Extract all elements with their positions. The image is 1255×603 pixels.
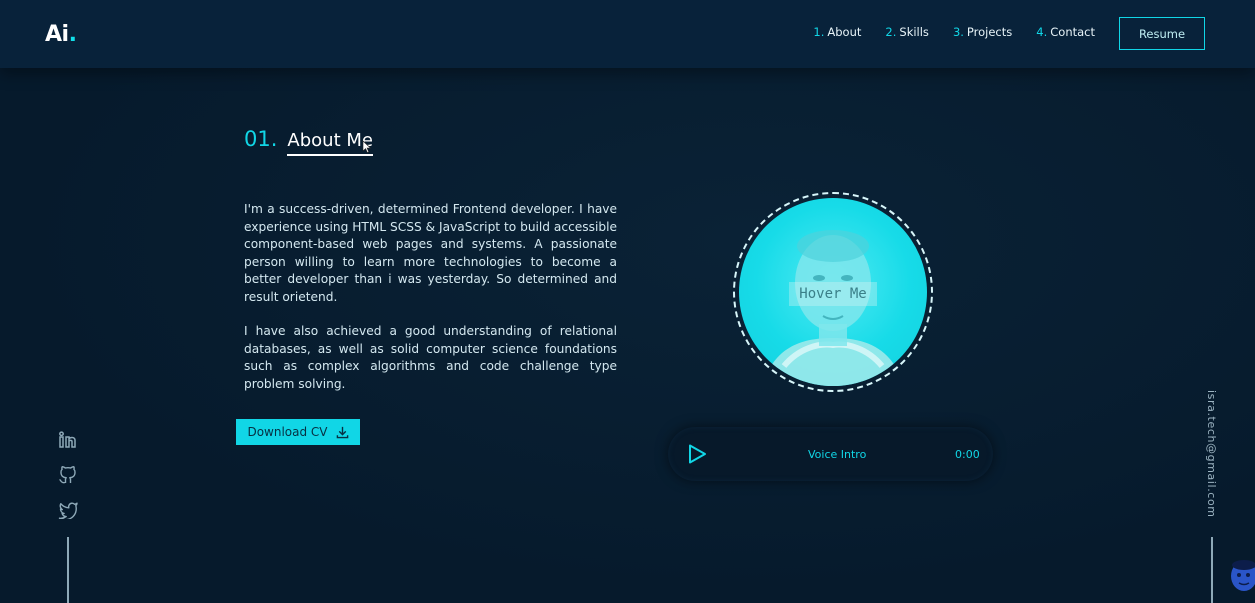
resume-button[interactable]: Resume (1119, 17, 1205, 50)
profile-photo-ring[interactable]: Hover Me (733, 192, 933, 392)
download-cv-label: Download CV (247, 425, 328, 439)
avatar-icon (1231, 560, 1255, 591)
play-icon[interactable] (686, 443, 708, 465)
nav-item-projects[interactable]: 3. Projects (953, 25, 1012, 39)
github-icon[interactable] (58, 466, 78, 484)
mouse-cursor-icon (362, 140, 372, 153)
about-paragraph-1: I'm a success-driven, determined Fronten… (244, 202, 617, 304)
left-vertical-line (67, 537, 69, 603)
download-icon (336, 426, 348, 438)
profile-photo[interactable]: Hover Me (739, 198, 927, 386)
download-cv-button[interactable]: Download CV (236, 419, 360, 445)
voice-intro-label: Voice Intro (808, 448, 867, 461)
hover-me-label: Hover Me (799, 286, 867, 302)
section-title: About Me (287, 130, 373, 156)
linkedin-icon[interactable] (58, 431, 78, 449)
section-heading: 01. About Me (244, 127, 373, 156)
about-paragraph-2: I have also achieved a good understandin… (244, 324, 617, 391)
about-text: I'm a success-driven, determined Fronten… (244, 201, 617, 410)
email-link[interactable]: isra.tech@gmail.com (1205, 390, 1218, 518)
social-links (58, 431, 78, 519)
voice-intro-player: Voice Intro 0:00 (668, 427, 993, 481)
logo[interactable]: Ai. (45, 22, 77, 47)
main-nav: 1. About 2. Skills 3. Projects 4. Contact (813, 25, 1095, 39)
right-vertical-line (1211, 537, 1213, 603)
voice-intro-time: 0:00 (955, 448, 980, 461)
section-number: 01. (244, 127, 278, 151)
nav-item-skills[interactable]: 2. Skills (885, 25, 929, 39)
twitter-icon[interactable] (58, 501, 78, 519)
nav-item-contact[interactable]: 4. Contact (1036, 25, 1095, 39)
portfolio-page: Ai. 1. About 2. Skills 3. Projects 4. Contac… (0, 0, 1255, 603)
nav-item-about[interactable]: 1. About (813, 25, 861, 39)
site-header: Ai. 1. About 2. Skills 3. Projects 4. Contac… (0, 0, 1255, 68)
